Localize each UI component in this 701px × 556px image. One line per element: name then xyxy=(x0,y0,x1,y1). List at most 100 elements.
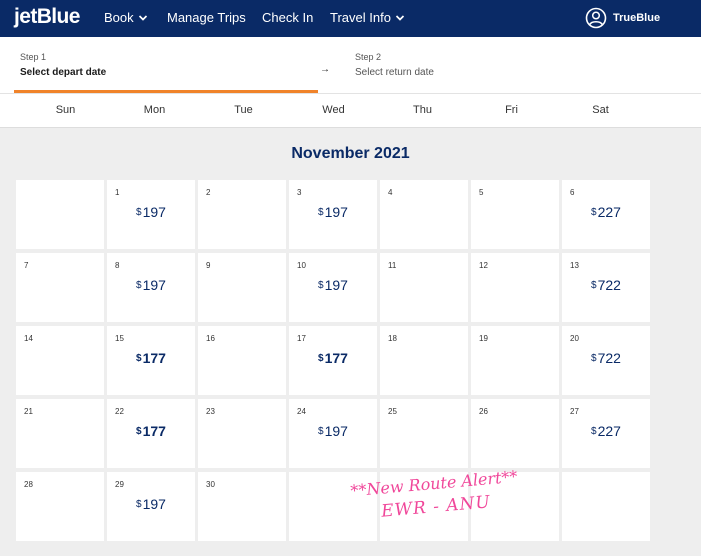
lowest-fare-price: $177 xyxy=(289,350,377,366)
step1-label: Select depart date xyxy=(20,67,107,78)
fare-price: $722 xyxy=(562,350,650,366)
currency-symbol: $ xyxy=(591,426,597,437)
day-number: 18 xyxy=(388,334,397,343)
weekday-sat: Sat xyxy=(592,104,609,116)
day-number: 17 xyxy=(297,334,306,343)
calendar-day-29[interactable]: 29 $197 xyxy=(107,472,195,541)
calendar-day-26: 26 xyxy=(471,399,559,468)
calendar-empty-cell xyxy=(562,472,650,541)
day-number: 24 xyxy=(297,407,306,416)
weekday-tue: Tue xyxy=(234,104,253,116)
currency-symbol: $ xyxy=(136,426,142,437)
currency-symbol: $ xyxy=(136,353,142,364)
fare-amount: 197 xyxy=(142,204,166,220)
nav-travel-info-label: Travel Info xyxy=(330,10,391,25)
day-number: 27 xyxy=(570,407,579,416)
fare-amount: 722 xyxy=(597,277,621,293)
fare-amount: 177 xyxy=(142,423,166,439)
calendar-day-16: 16 xyxy=(198,326,286,395)
calendar-day-5: 5 xyxy=(471,180,559,249)
calendar-day-24[interactable]: 24 $197 xyxy=(289,399,377,468)
calendar-day-23: 23 xyxy=(198,399,286,468)
day-number: 19 xyxy=(479,334,488,343)
calendar-day-3[interactable]: 3 $197 xyxy=(289,180,377,249)
nav-travel-info[interactable]: Travel Info xyxy=(330,10,405,25)
calendar-day-15[interactable]: 15 $177 xyxy=(107,326,195,395)
currency-symbol: $ xyxy=(136,499,142,510)
currency-symbol: $ xyxy=(318,207,324,218)
fare-price: $197 xyxy=(289,423,377,439)
nav-check-in[interactable]: Check In xyxy=(262,10,313,25)
calendar-day-30: 30 xyxy=(198,472,286,541)
nav-book[interactable]: Book xyxy=(104,10,148,25)
trueblue-label: TrueBlue xyxy=(613,12,661,24)
currency-symbol: $ xyxy=(136,207,142,218)
weekday-thu: Thu xyxy=(413,104,432,116)
user-circle-icon xyxy=(585,7,607,29)
day-number: 20 xyxy=(570,334,579,343)
day-number: 8 xyxy=(115,261,120,270)
calendar-day-20[interactable]: 20 $722 xyxy=(562,326,650,395)
calendar-day-18: 18 xyxy=(380,326,468,395)
day-number: 4 xyxy=(388,188,393,197)
day-number: 9 xyxy=(206,261,211,270)
fare-amount: 722 xyxy=(597,350,621,366)
fare-amount: 177 xyxy=(142,350,166,366)
calendar-day-28: 28 xyxy=(16,472,104,541)
calendar-day-21: 21 xyxy=(16,399,104,468)
weekday-fri: Fri xyxy=(505,104,518,116)
weekday-mon: Mon xyxy=(143,104,166,116)
calendar-day-10[interactable]: 10 $197 xyxy=(289,253,377,322)
calendar-day-17[interactable]: 17 $177 xyxy=(289,326,377,395)
currency-symbol: $ xyxy=(591,353,597,364)
step-return-tab[interactable]: Step 2 Select return date xyxy=(349,37,669,93)
calendar-day-6[interactable]: 6 $227 xyxy=(562,180,650,249)
nav-manage-trips[interactable]: Manage Trips xyxy=(167,10,246,25)
top-nav: jetBlue Book Manage Trips Check In Trave… xyxy=(0,0,701,37)
fare-price: $197 xyxy=(289,204,377,220)
currency-symbol: $ xyxy=(318,426,324,437)
fare-amount: 197 xyxy=(142,496,166,512)
fare-price: $197 xyxy=(107,204,195,220)
calendar-day-8[interactable]: 8 $197 xyxy=(107,253,195,322)
nav-book-label: Book xyxy=(104,10,134,25)
day-number: 23 xyxy=(206,407,215,416)
day-number: 29 xyxy=(115,480,124,489)
calendar-day-1[interactable]: 1 $197 xyxy=(107,180,195,249)
day-number: 11 xyxy=(388,261,397,270)
calendar-day-9: 9 xyxy=(198,253,286,322)
weekday-sun: Sun xyxy=(55,104,76,116)
day-number: 12 xyxy=(479,261,488,270)
calendar-day-22[interactable]: 22 $177 xyxy=(107,399,195,468)
day-number: 26 xyxy=(479,407,488,416)
arrow-right-icon: → xyxy=(320,64,330,75)
day-number: 6 xyxy=(570,188,575,197)
chevron-down-icon xyxy=(138,14,147,21)
fare-amount: 197 xyxy=(324,204,348,220)
currency-symbol: $ xyxy=(136,280,142,291)
weekday-header: Sun Mon Tue Wed Thu Fri Sat xyxy=(0,93,701,128)
step2-label: Select return date xyxy=(355,67,434,78)
date-steps-bar: Step 1 Select depart date → Step 2 Selec… xyxy=(0,37,701,93)
day-number: 1 xyxy=(115,188,120,197)
jetblue-logo[interactable]: jetBlue xyxy=(14,5,80,29)
fare-price: $722 xyxy=(562,277,650,293)
currency-symbol: $ xyxy=(318,353,324,364)
currency-symbol: $ xyxy=(318,280,324,291)
calendar-day-19: 19 xyxy=(471,326,559,395)
step-depart-tab[interactable]: Step 1 Select depart date xyxy=(14,37,318,93)
day-number: 15 xyxy=(115,334,124,343)
calendar-day-27[interactable]: 27 $227 xyxy=(562,399,650,468)
day-number: 2 xyxy=(206,188,211,197)
fare-amount: 197 xyxy=(324,423,348,439)
chevron-down-icon xyxy=(395,14,405,21)
day-number: 5 xyxy=(479,188,484,197)
step1-number: Step 1 xyxy=(20,52,47,62)
day-number: 14 xyxy=(24,334,33,343)
calendar-day-13[interactable]: 13 $722 xyxy=(562,253,650,322)
fare-amount: 227 xyxy=(597,204,621,220)
fare-price: $197 xyxy=(107,277,195,293)
calendar-empty-cell xyxy=(16,180,104,249)
trueblue-account-button[interactable]: TrueBlue xyxy=(585,7,660,29)
day-number: 10 xyxy=(297,261,306,270)
